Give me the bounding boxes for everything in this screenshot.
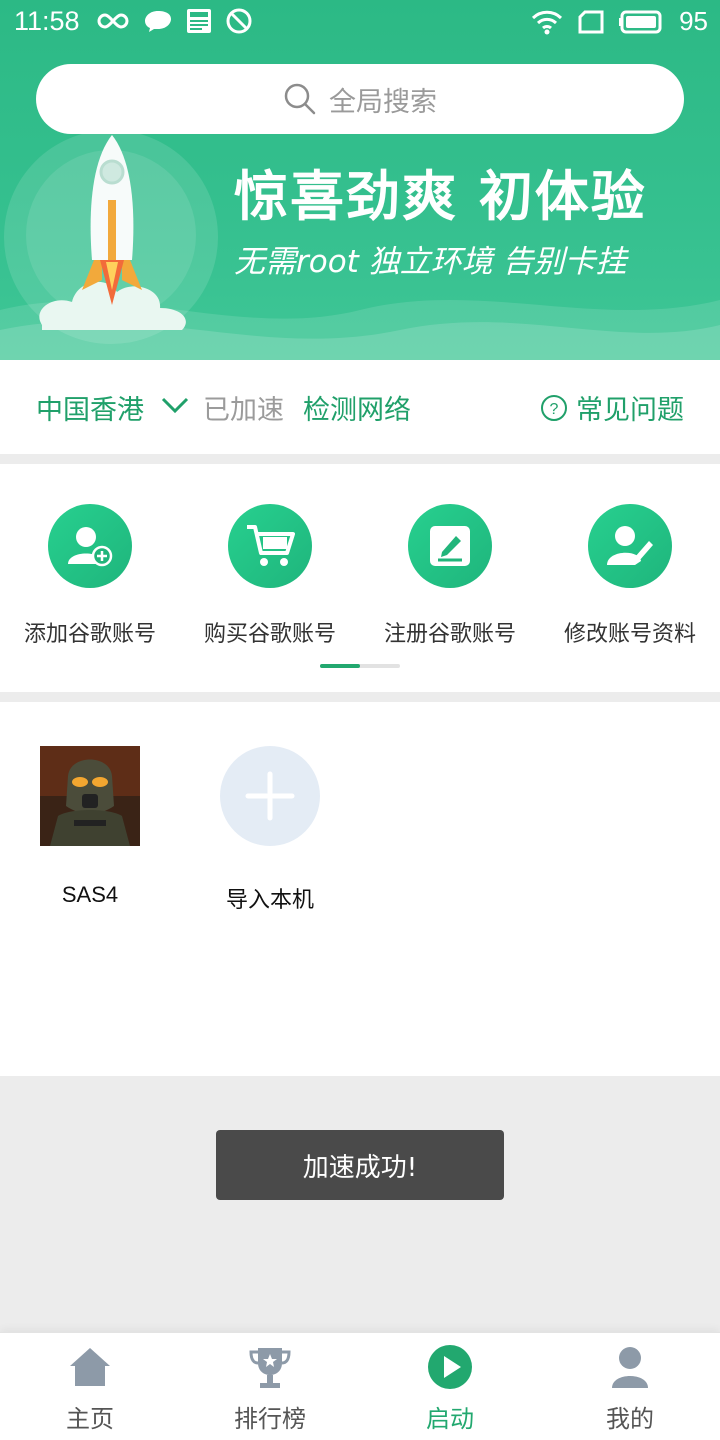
trophy-icon [249,1348,291,1388]
tab-ranking[interactable]: 排行榜 [180,1343,360,1434]
chevron-down-icon[interactable] [160,390,190,420]
add-user-icon [68,527,113,567]
search-bar[interactable]: 全局搜索 [36,64,684,134]
faq-link[interactable]: ? 常见问题 [540,388,684,427]
notification-icons [96,8,252,34]
sim-card-icon [578,10,604,33]
buy-google-account-button[interactable]: 购买谷歌账号 [180,504,360,648]
edit-profile-icon [607,526,653,565]
bottom-tab-bar: 主页 排行榜 启动 我的 [0,1332,720,1440]
plus-icon [220,746,320,846]
toast-message: 加速成功! [216,1130,504,1200]
shopping-cart-icon [247,525,295,566]
search-icon [284,83,316,115]
action-label: 购买谷歌账号 [203,622,336,647]
user-icon [612,1347,648,1388]
add-google-account-button[interactable]: 添加谷歌账号 [0,504,180,648]
rocket-illustration [39,135,186,330]
action-label: 添加谷歌账号 [23,622,156,647]
app-name: 导入本机 [225,887,314,912]
account-actions: 添加谷歌账号 购买谷歌账号 注册谷歌账号 修改账号资料 [0,464,720,692]
tab-home[interactable]: 主页 [0,1343,180,1434]
help-icon: ? [541,394,567,421]
status-time: 11:58 [14,6,80,36]
edit-note-icon [430,526,470,566]
app-sas4[interactable]: SAS4 [0,746,180,908]
svg-text:?: ? [550,401,559,418]
register-google-account-button[interactable]: 注册谷歌账号 [360,504,540,648]
faq-label: 常见问题 [576,395,684,426]
message-icon [145,11,171,32]
tab-launch[interactable]: 启动 [360,1343,540,1434]
action-label: 修改账号资料 [563,622,696,647]
edit-account-profile-button[interactable]: 修改账号资料 [540,504,720,648]
status-bar: 11:58 95 [0,0,720,44]
header-banner: 11:58 95 全局搜索 惊喜劲爽 初体验 无需root 独立环境 告别卡挂 [0,0,720,360]
app-list: SAS4 导入本机 [0,702,720,1076]
sas4-game-icon [40,746,140,846]
tab-label: 主页 [66,1405,114,1433]
infinity-icon [97,13,129,29]
page-indicator [320,664,400,668]
acceleration-status: 已加速 [203,395,284,426]
play-icon [428,1345,472,1389]
news-icon [187,9,211,33]
tab-label: 排行榜 [234,1405,306,1433]
wifi-icon [532,10,563,34]
check-network-link[interactable]: 检测网络 [303,388,411,427]
action-circle [48,504,132,588]
action-circle [408,504,492,588]
search-placeholder: 全局搜索 [329,86,437,118]
tab-label: 启动 [426,1405,474,1433]
do-not-disturb-icon [226,8,252,34]
action-label: 注册谷歌账号 [383,622,516,647]
battery-icon [619,10,662,33]
action-circle [228,504,312,588]
import-local-app-button[interactable]: 导入本机 [180,746,360,914]
home-icon [70,1348,110,1386]
tab-profile[interactable]: 我的 [540,1343,720,1434]
region-selector[interactable]: 中国香港 [36,388,144,427]
action-circle [588,504,672,588]
banner-subtitle: 无需root 独立环境 告别卡挂 [234,244,627,280]
tab-label: 我的 [606,1405,654,1433]
battery-level: 95 [679,6,708,36]
page-indicator-active [320,664,360,668]
banner-title: 惊喜劲爽 初体验 [234,165,647,228]
system-icons: 95 [531,6,708,37]
app-name: SAS4 [61,882,119,907]
network-status-bar: 中国香港 已加速 检测网络 ? 常见问题 [0,360,720,454]
